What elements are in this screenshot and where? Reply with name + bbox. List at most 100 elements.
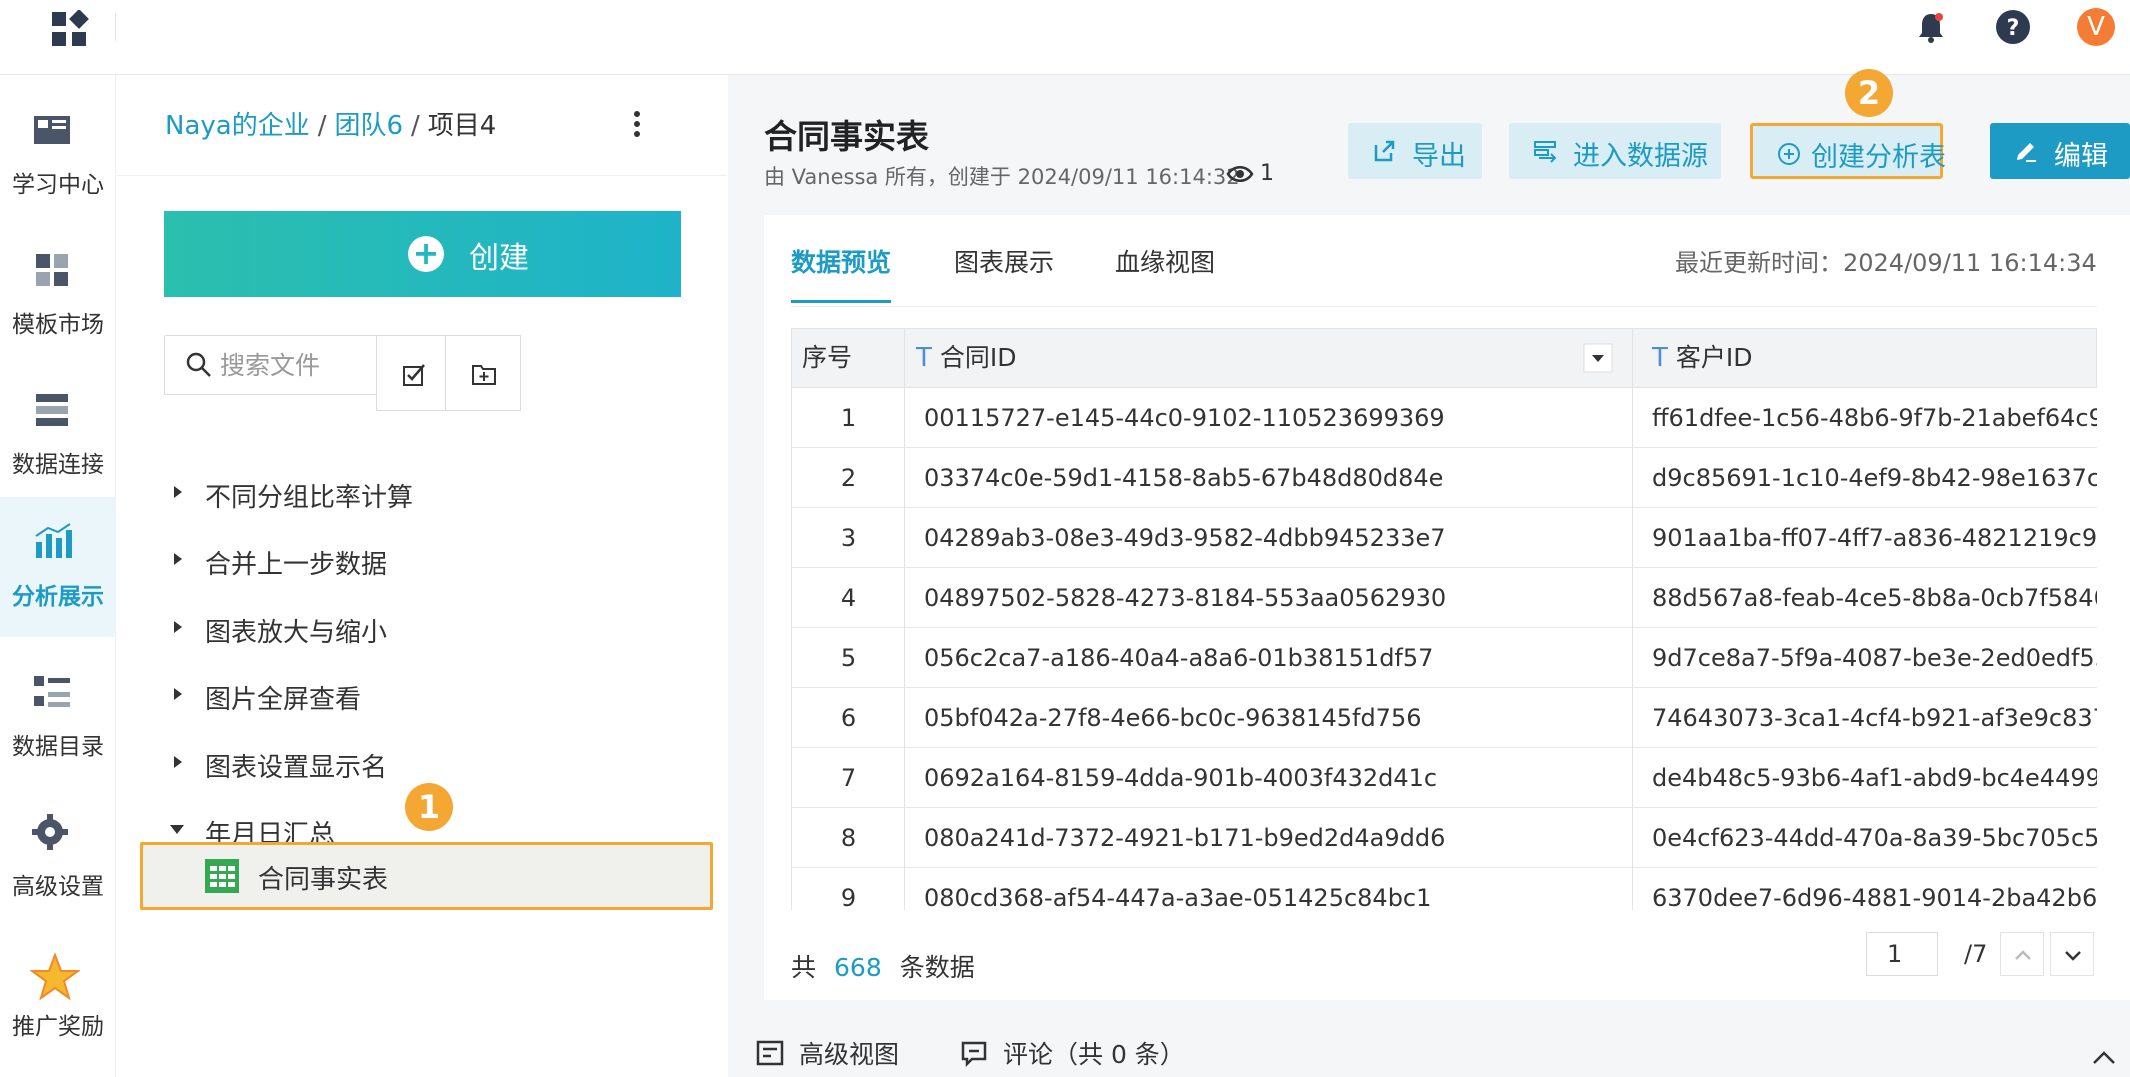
breadcrumb-org[interactable]: Naya的企业 <box>165 111 310 141</box>
cell-contract-id: 0692a164-8159-4dda-901b-4003f432d41c <box>924 764 1438 792</box>
table-row[interactable]: 1 00115727-e145-44c0-9102-110523699369 ff6… <box>791 388 2097 448</box>
checkbox-icon <box>403 364 425 386</box>
view-count-value: 1 <box>1260 161 1274 186</box>
tab-data-preview[interactable]: 数据预览 <box>791 243 892 303</box>
export-button[interactable]: 导出 <box>1348 123 1482 179</box>
nav-label: 数据目录 <box>12 734 104 760</box>
main-content: 合同事实表 由 Vanessa 所有，创建于 2024/09/11 16:14:… <box>728 69 2130 1077</box>
tab-lineage-view[interactable]: 血缘视图 <box>1115 243 1215 303</box>
record-count-value: 668 <box>834 953 882 982</box>
create-button[interactable]: + 创建 <box>164 211 681 297</box>
edit-button[interactable]: 编辑 <box>1990 123 2130 179</box>
cell-customer-id: ff61dfee-1c56-48b6-9f7b-21abef64c96 <box>1652 404 2097 432</box>
cell-index: 1 <box>840 404 857 432</box>
cell-contract-id: 04897502-5828-4273-8184-553aa0562930 <box>924 584 1447 612</box>
cell-contract-id: 080a241d-7372-4921-b171-b9ed2d4a9dd6 <box>924 824 1446 852</box>
caret-right-icon <box>174 621 182 633</box>
table-row[interactable]: 8 080a241d-7372-4921-b171-b9ed2d4a9dd6 0e4… <box>791 808 2097 868</box>
svg-text:?: ? <box>2007 16 2020 41</box>
nav-item-analysis[interactable]: 分析展示 <box>0 497 116 637</box>
table-row[interactable]: 5 056c2ca7-a186-40a4-a8a6-01b38151df57 9d7… <box>791 628 2097 688</box>
table-header: 序号 T 合同ID T 客户ID <box>791 328 2097 388</box>
cell-index: 4 <box>840 584 857 612</box>
nav-item-data-connection[interactable]: 数据连接 <box>0 365 116 505</box>
cell-index: 8 <box>840 824 857 852</box>
top-bar: ? V <box>0 0 2130 75</box>
caret-right-icon <box>174 486 182 498</box>
table-row[interactable]: 3 04289ab3-08e3-49d3-9582-4dbb945233e7 901… <box>791 508 2097 568</box>
catalog-icon <box>34 676 70 707</box>
tree-folder-label: 图片全屏查看 <box>205 685 362 715</box>
breadcrumb: Naya的企业 / 团队6/项目4 <box>165 105 496 142</box>
nav-item-learning-center[interactable]: 学习中心 <box>0 85 116 225</box>
caret-right-icon <box>174 756 182 768</box>
pencil-icon <box>2017 143 2036 162</box>
batch-select-button[interactable] <box>376 335 452 411</box>
enter-data-source-button[interactable]: 进入数据源 <box>1509 123 1721 179</box>
cell-customer-id: 9d7ce8a7-5f9a-4087-be3e-2ed0edf53 <box>1652 644 2097 672</box>
cell-index: 6 <box>840 704 857 732</box>
new-folder-button[interactable] <box>445 335 521 411</box>
breadcrumb-team[interactable]: 团队6 <box>334 111 403 141</box>
table-row[interactable]: 2 03374c0e-59d1-4158-8ab5-67b48d80d84e d9c… <box>791 448 2097 508</box>
column-divider <box>904 328 905 910</box>
cell-contract-id: 056c2ca7-a186-40a4-a8a6-01b38151df57 <box>924 644 1434 672</box>
nav-label: 推广奖励 <box>12 1014 104 1040</box>
nav-item-data-catalog[interactable]: 数据目录 <box>0 647 116 787</box>
plus-icon: + <box>408 236 444 272</box>
logo-divider <box>115 13 116 41</box>
tab-chart-display[interactable]: 图表展示 <box>954 243 1054 303</box>
comments-label: 评论（共 0 条） <box>1003 1040 1185 1069</box>
tree-file-selected[interactable]: 合同事实表 <box>140 842 713 910</box>
table-row[interactable]: 6 05bf042a-27f8-4e66-bc0c-9638145fd756 746… <box>791 688 2097 748</box>
cell-index: 3 <box>840 524 857 552</box>
app-logo-icon[interactable] <box>50 10 90 50</box>
collapse-chevron-up-icon[interactable] <box>2090 1043 2118 1071</box>
breadcrumb-separator: / <box>411 111 420 141</box>
last-updated-time: 最近更新时间：2024/09/11 16:14:34 <box>1675 249 2097 277</box>
column-header-contract-id[interactable]: T 合同ID <box>916 329 1017 389</box>
data-connect-icon <box>36 394 68 426</box>
nav-label: 学习中心 <box>12 172 104 198</box>
column-dropdown-icon[interactable] <box>1583 343 1613 373</box>
bottom-bar: 高级视图 评论（共 0 条） <box>728 1035 2130 1077</box>
edit-button-label: 编辑 <box>2054 141 2108 172</box>
step-badge-1: 1 <box>405 783 453 831</box>
cell-contract-id: 04289ab3-08e3-49d3-9582-4dbb945233e7 <box>924 524 1446 552</box>
cell-index: 7 <box>840 764 857 792</box>
nav-item-referral-rewards[interactable]: 推广奖励 <box>0 927 116 1067</box>
eye-icon <box>1226 166 1254 182</box>
cell-contract-id: 05bf042a-27f8-4e66-bc0c-9638145fd756 <box>924 704 1422 732</box>
text-type-icon: T <box>916 343 932 373</box>
step-badge-2: 2 <box>1845 69 1893 117</box>
chevron-down-icon <box>2065 951 2081 961</box>
gear-icon <box>32 814 68 850</box>
caret-down-icon <box>170 825 184 834</box>
cell-customer-id: 88d567a8-feab-4ce5-8b8a-0cb7f5840 <box>1652 584 2097 612</box>
caret-right-icon <box>174 553 182 565</box>
cell-customer-id: de4b48c5-93b6-4af1-abd9-bc4e4499f <box>1652 764 2097 792</box>
help-icon[interactable]: ? <box>1994 8 2032 46</box>
chart-icon <box>35 523 72 558</box>
table-row[interactable]: 4 04897502-5828-4273-8184-553aa0562930 88d… <box>791 568 2097 628</box>
cell-customer-id: 0e4cf623-44dd-470a-8a39-5bc705c5f <box>1652 824 2097 852</box>
create-analysis-button[interactable]: 创建分析表 <box>1750 123 1946 179</box>
more-options-icon[interactable] <box>622 105 652 145</box>
nav-item-template-market[interactable]: 模板市场 <box>0 225 116 365</box>
table-row[interactable]: 9 080cd368-af54-447a-a3ae-051425c84bc1 637… <box>791 868 2097 910</box>
page-title: 合同事实表 <box>764 117 929 156</box>
nav-item-advanced-settings[interactable]: 高级设置 <box>0 787 116 927</box>
comment-icon <box>961 1041 987 1067</box>
cell-customer-id: 901aa1ba-ff07-4ff7-a836-4821219c9a <box>1652 524 2097 552</box>
prev-page-button[interactable] <box>2000 932 2044 976</box>
table-row[interactable]: 7 0692a164-8159-4dda-901b-4003f432d41c de4… <box>791 748 2097 808</box>
column-header-index: 序号 <box>802 343 853 372</box>
text-type-icon: T <box>1652 343 1668 373</box>
page-subtitle: 由 Vanessa 所有，创建于 2024/09/11 16:14:32 <box>764 165 1240 189</box>
column-header-customer-id[interactable]: T 客户ID <box>1652 329 1753 389</box>
record-count-prefix: 共 <box>791 953 817 982</box>
notification-bell-icon[interactable] <box>1912 8 1950 46</box>
next-page-button[interactable] <box>2050 932 2094 976</box>
page-number-input[interactable] <box>1866 932 1938 976</box>
user-avatar[interactable]: V <box>2077 8 2115 46</box>
